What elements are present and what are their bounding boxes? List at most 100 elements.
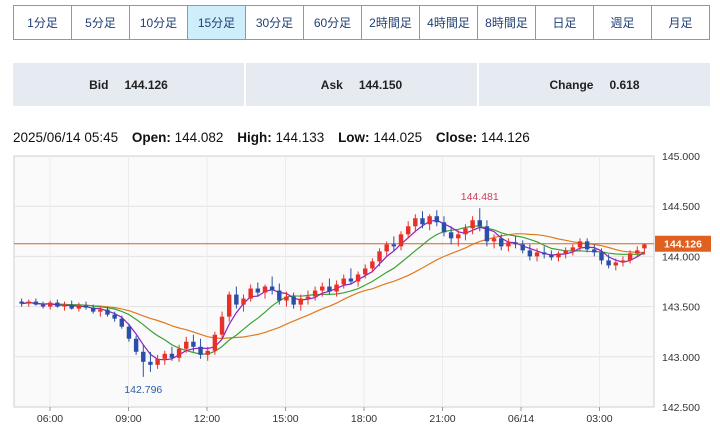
ask-quote: Ask 144.150 [246, 63, 477, 106]
candle-body [448, 232, 454, 239]
candle-body [606, 260, 611, 266]
candle-body [133, 338, 139, 352]
candle-body [191, 341, 196, 347]
x-tick-label: 06/14 [508, 413, 534, 425]
candle-body [255, 288, 261, 293]
candle-body [62, 304, 67, 307]
candle-body [584, 241, 590, 250]
candle-body [627, 253, 633, 261]
candle-body [491, 238, 497, 242]
candle-body [441, 222, 447, 233]
y-tick-label: 143.000 [662, 352, 700, 364]
candle-body [635, 250, 640, 254]
candle-body [506, 242, 511, 247]
candle-body [33, 301, 39, 305]
x-tick-label: 06:00 [37, 413, 63, 425]
candle-body [541, 252, 547, 255]
tab-timeframe-4[interactable]: 30分足 [246, 6, 304, 39]
current-price-tag-label: 144.126 [664, 239, 702, 251]
candle-body [577, 241, 583, 248]
candle-body [613, 262, 619, 266]
y-tick-label: 145.000 [662, 151, 700, 163]
tab-timeframe-9[interactable]: 日足 [536, 6, 594, 39]
timeframe-tabs: 1分足 5分足 10分足 15分足 30分足 60分足 2時間足 4時間足 8時間足 日足 週足 月足 [13, 5, 710, 40]
candle-body [40, 304, 46, 307]
candle-body [420, 218, 425, 225]
close-value: 144.126 [480, 130, 530, 145]
candle-body [284, 296, 289, 301]
tab-timeframe-1[interactable]: 5分足 [72, 6, 130, 39]
candle-body [148, 361, 153, 365]
candle-body [334, 284, 339, 292]
tab-timeframe-10[interactable]: 週足 [594, 6, 652, 39]
ohlc-datetime: 2025/06/14 05:45 [13, 130, 119, 145]
candle-body [599, 252, 604, 261]
y-tick-label: 142.500 [662, 402, 700, 414]
y-tick-label: 144.000 [662, 251, 700, 263]
candle-body [434, 216, 440, 223]
candle-body [463, 228, 468, 235]
close-label: Close: [435, 130, 478, 145]
candle-body [534, 252, 540, 257]
candle-body [427, 216, 432, 225]
candle-body [126, 326, 132, 339]
candle-body [205, 350, 210, 355]
candle-body [19, 301, 24, 304]
tab-timeframe-5[interactable]: 60分足 [304, 6, 362, 39]
candle-body [269, 286, 275, 291]
x-tick-label: 03:00 [586, 413, 612, 425]
candle-body [162, 353, 167, 359]
candle-body [477, 220, 482, 227]
tab-timeframe-11[interactable]: 月足 [652, 6, 709, 39]
candle-body [98, 309, 103, 312]
candle-body [355, 274, 361, 282]
ohlc-readout: 2025/06/14 05:45 Open: 144.082 High: 144… [13, 130, 530, 145]
tab-timeframe-6[interactable]: 2時間足 [362, 6, 420, 39]
tab-timeframe-7[interactable]: 4時間足 [420, 6, 478, 39]
tab-timeframe-0[interactable]: 1分足 [14, 6, 72, 39]
candle-body [413, 218, 418, 227]
ask-value: 144.150 [358, 77, 403, 92]
candle-body [198, 346, 203, 355]
candle-body [141, 351, 146, 362]
candle-body [362, 268, 368, 275]
candle-body [169, 353, 175, 358]
open-label: Open: [131, 130, 171, 145]
tab-timeframe-3[interactable]: 15分足 [188, 6, 246, 39]
candle-body [119, 318, 125, 327]
tab-timeframe-8[interactable]: 8時間足 [478, 6, 536, 39]
candle-body [405, 226, 411, 235]
candle-body [384, 244, 389, 252]
price-chart[interactable]: 145.000 144.500 144.000 143.500 143.000 142.5… [0, 148, 720, 431]
low-value: 144.025 [373, 130, 423, 145]
candle-body [291, 296, 296, 305]
candle-body [556, 253, 561, 258]
change-value: 0.618 [609, 77, 640, 92]
candle-body [370, 261, 375, 269]
candle-body [26, 301, 31, 304]
quote-bar: Bid 144.126 Ask 144.150 Change 0.618 [13, 63, 710, 106]
candle-body [83, 305, 89, 308]
candle-body [298, 298, 304, 305]
candle-body [76, 305, 82, 309]
tab-timeframe-2[interactable]: 10分足 [130, 6, 188, 39]
y-tick-label: 143.500 [662, 302, 700, 314]
change-label: Change [549, 77, 594, 92]
change-quote: Change 0.618 [479, 63, 710, 106]
candle-body [398, 234, 404, 247]
ask-label: Ask [320, 77, 343, 92]
high-value: 144.133 [275, 130, 325, 145]
bid-value: 144.126 [124, 77, 168, 92]
candle-body [262, 286, 268, 293]
candle-body [563, 250, 568, 254]
open-value: 144.082 [174, 130, 224, 145]
candle-body [520, 244, 525, 251]
candle-body [184, 341, 189, 349]
bid-quote: Bid 144.126 [13, 63, 244, 106]
candle-body [305, 296, 311, 299]
candle-body [105, 309, 110, 315]
candle-body [212, 334, 218, 351]
plot-area [13, 155, 655, 408]
x-tick-label: 21:00 [429, 413, 455, 425]
x-tick-label: 18:00 [351, 413, 377, 425]
